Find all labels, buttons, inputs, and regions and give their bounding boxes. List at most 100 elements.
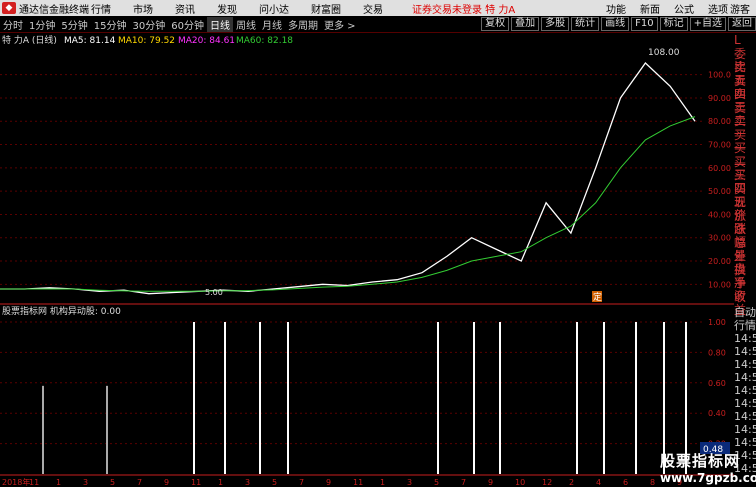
side-time-label: 14:55	[734, 332, 756, 345]
time-axis-label: 5	[110, 478, 115, 487]
f10-button[interactable]: F10	[631, 17, 658, 31]
price-tick-label: 70.00	[708, 141, 731, 150]
side-label[interactable]: 总量	[734, 236, 756, 262]
side-time-label: 自动	[734, 306, 756, 319]
period-toolbar: 分时 1分钟 5分钟 15分钟 30分钟 60分钟 日线 周线 月线 多周期 更…	[0, 16, 756, 33]
menu-item-xuanxiang[interactable]: 选项	[708, 1, 728, 16]
tab-daily[interactable]: 日线	[206, 16, 233, 32]
side-time-label: 14:56	[734, 397, 756, 410]
side-label[interactable]: 涨跌	[734, 209, 756, 235]
time-axis-label: 7	[461, 478, 466, 487]
price-tick-label: 90.00	[708, 94, 731, 103]
menu-item-gongshi[interactable]: 公式	[674, 1, 694, 16]
side-label[interactable]: 卖三	[734, 88, 756, 114]
menu-item-zixun[interactable]: 资讯	[175, 1, 195, 16]
side-label[interactable]: L	[734, 34, 756, 48]
main-menu: 行情 市场 资讯 发现 问小达 财富圈 交易	[91, 1, 405, 16]
side-label[interactable]: 卖一	[734, 115, 756, 141]
multi-stock-button[interactable]: 多股	[541, 17, 570, 31]
tab-multi-period[interactable]: 多周期	[285, 17, 321, 32]
app-name: 通达信金融终端	[19, 4, 89, 16]
side-time-label: 14:56	[734, 371, 756, 384]
price-tick-label: 40.00	[708, 210, 731, 219]
time-axis-label: 9	[326, 478, 331, 487]
menu-item-caifuquan[interactable]: 财富圈	[311, 1, 341, 16]
menu-item-hangqing[interactable]: 行情	[91, 1, 111, 16]
chart-grid	[0, 74, 705, 445]
side-label[interactable]: 卖四	[734, 74, 756, 100]
time-axis: 2018年11 1 3 5 7 9 11 1 3 5 7 9 11 1 3 5 7 9 10 12 2 4 6 8 9	[0, 474, 734, 487]
time-axis-label: 11	[29, 478, 39, 487]
indicator-tick-label: 0.40	[708, 409, 726, 418]
tab-5min[interactable]: 5分钟	[58, 17, 90, 32]
indicator-tick-label: 0.60	[708, 379, 726, 388]
price-axis: 100.0 90.00 80.00 70.00 60.00 50.00 40.00 30.00…	[708, 71, 731, 290]
menu-item-shichang[interactable]: 市场	[133, 1, 153, 16]
stock-title: 特 力A (日线)	[2, 34, 57, 46]
tab-60min[interactable]: 60分钟	[168, 17, 207, 32]
time-axis-label: 11	[191, 478, 201, 487]
time-axis-label: 5	[272, 478, 277, 487]
side-time-label: 14:56	[734, 423, 756, 436]
price-tick-label: 10.00	[708, 280, 731, 289]
watermark-line1: 股票指标网	[660, 452, 741, 470]
time-axis-label: 2	[569, 478, 574, 487]
side-label[interactable]: 净资	[734, 277, 756, 303]
side-label[interactable]: 收益	[734, 290, 756, 316]
menu-item-jiaoyi[interactable]: 交易	[363, 1, 383, 16]
tab-weekly[interactable]: 周线	[233, 17, 259, 32]
watermark: 股票指标网 www.7gpzb.com	[660, 450, 756, 485]
fuquan-button[interactable]: 复权	[481, 17, 510, 31]
side-time-label: 14:55	[734, 358, 756, 371]
price-tick-label: 50.00	[708, 187, 731, 196]
side-label[interactable]: 现价	[734, 196, 756, 222]
time-axis-label: 10	[515, 478, 525, 487]
tab-more[interactable]: 更多 >	[321, 17, 359, 32]
side-label[interactable]: 买四	[734, 169, 756, 195]
ding-marker-label: 定	[593, 291, 602, 303]
time-axis-label: 12	[542, 478, 552, 487]
app-logo-icon: ◆	[2, 2, 16, 14]
tab-30min[interactable]: 30分钟	[129, 17, 168, 32]
kline-chart[interactable]: 100.0 90.00 80.00 70.00 60.00 50.00 40.00 30.00…	[0, 34, 734, 487]
tab-monthly[interactable]: 月线	[259, 17, 285, 32]
tab-15min[interactable]: 15分钟	[91, 17, 130, 32]
add-favorite-button[interactable]: +自选	[689, 17, 726, 31]
time-axis-label: 11	[353, 478, 363, 487]
draw-line-button[interactable]: 画线	[601, 17, 630, 31]
menu-item-faxian[interactable]: 发现	[217, 1, 237, 16]
time-axis-label: 3	[245, 478, 250, 487]
back-button[interactable]: 返回	[728, 17, 756, 31]
side-label[interactable]: 卖五	[734, 61, 756, 87]
guest-user[interactable]: 游客	[730, 1, 750, 16]
side-label[interactable]: 换手	[734, 263, 756, 289]
menu-item-wenxiaoda[interactable]: 问小达	[259, 1, 289, 16]
side-time-label: 14:56	[734, 384, 756, 397]
series-line-ma60	[0, 116, 696, 292]
side-label[interactable]: 卖二	[734, 101, 756, 127]
side-label[interactable]: 涨幅	[734, 223, 756, 249]
tab-fenshi[interactable]: 分时	[0, 17, 26, 32]
time-axis-label: 1	[56, 478, 61, 487]
time-axis-label: 4	[596, 478, 601, 487]
side-label[interactable]: 买五	[734, 182, 756, 208]
side-label[interactable]: 委比	[734, 47, 756, 73]
time-axis-label: 3	[83, 478, 88, 487]
side-label[interactable]: 买三	[734, 155, 756, 181]
statistics-button[interactable]: 统计	[571, 17, 600, 31]
price-tick-label: 80.00	[708, 117, 731, 126]
tab-1min[interactable]: 1分钟	[26, 17, 58, 32]
ma20-label: MA20: 84.61	[178, 36, 235, 46]
time-axis-label: 5	[434, 478, 439, 487]
price-tick-label: 100.0	[708, 71, 731, 80]
mark-button[interactable]: 标记	[659, 17, 688, 31]
side-label[interactable]: 买二	[734, 142, 756, 168]
menu-item-xinmian[interactable]: 新面	[640, 1, 660, 16]
trade-login-warning[interactable]: 证券交易未登录 特 力A	[412, 1, 515, 16]
menu-item-gongneng[interactable]: 功能	[606, 1, 626, 16]
side-label[interactable]: 买一	[734, 128, 756, 154]
side-label[interactable]: 外盘	[734, 250, 756, 276]
low-price-label: 5.00	[205, 288, 223, 297]
quote-side-panel: L 委比 卖五 卖四 卖三 卖二 卖一 买一 买二 买三 买四 买五 现价 涨跌 涨幅 总量 外盘 换手 净资 收益	[734, 34, 756, 316]
overlay-button[interactable]: 叠加	[511, 17, 540, 31]
